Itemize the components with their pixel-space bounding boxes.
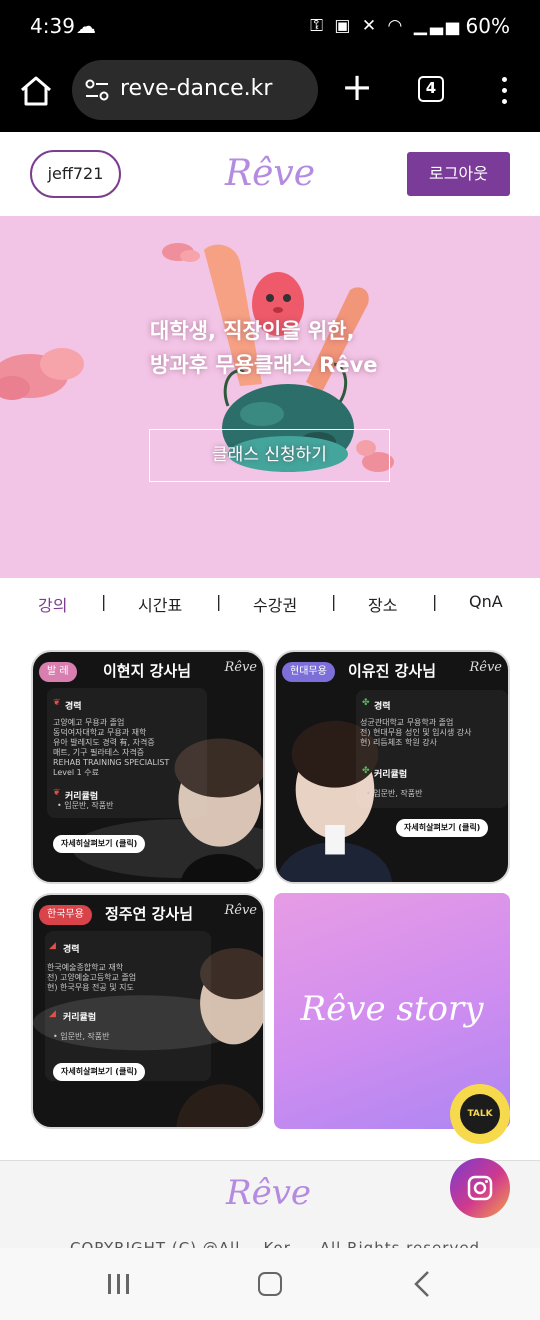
new-tab-icon[interactable]: +: [340, 68, 374, 106]
career-text: 성균관대학교 무용학과 졸업 전) 현대무용 성인 및 입시생 강사 현) 리듬…: [360, 718, 472, 747]
nav-divider: |: [432, 592, 438, 611]
footer-logo: Rêve: [226, 1173, 312, 1213]
teacher-card-ballet[interactable]: 발 레 이현지 강사님 Rêve ❦ 경력 고양예고 무용과 졸업 동덕여자대학…: [31, 650, 265, 884]
fan-icon: ◢: [49, 1009, 56, 1019]
recent-apps-icon[interactable]: [108, 1274, 130, 1294]
hero-title-line1: 대학생, 직장인을 위한,: [150, 319, 355, 343]
career-title: 경력: [374, 702, 391, 712]
story-logo: Rêve story: [300, 989, 484, 1029]
teacher-card-korean[interactable]: 한국무용 정주연 강사님 Rêve ◢ 경력 한국예술종합학교 재학 전) 고양…: [31, 893, 265, 1129]
hero-title: 대학생, 직장인을 위한, 방과후 무용클래스 Rêve: [150, 314, 450, 382]
system-nav-bar: [0, 1248, 540, 1320]
status-bar: 4:39 ☁ ⚿ ▣ ✕ ◠ ▁▃▅ 60%: [0, 0, 540, 56]
nav-item-location[interactable]: 장소: [368, 592, 397, 616]
address-bar[interactable]: reve-dance.kr: [72, 60, 318, 120]
nav-divider: |: [216, 592, 222, 611]
site-logo[interactable]: Rêve: [220, 146, 320, 202]
curriculum-text: • 입문반, 작품반: [53, 1032, 110, 1041]
status-time: 4:39: [30, 14, 75, 38]
clover-icon: ✤: [362, 698, 370, 708]
instagram-icon: [467, 1175, 493, 1201]
career-title: 경력: [65, 702, 82, 712]
talk-label: TALK: [460, 1094, 500, 1134]
career-text: 고양예고 무용과 졸업 동덕여자대학교 무용과 재학 유아 발레지도 경력 有,…: [53, 718, 170, 777]
rose-icon: ❦: [53, 698, 61, 708]
clover-icon: ✤: [362, 766, 370, 776]
tab-switcher-button[interactable]: 4: [418, 76, 444, 102]
fan-icon: ◢: [49, 941, 56, 951]
instagram-button[interactable]: [450, 1158, 510, 1218]
genre-badge: 한국무용: [39, 905, 92, 925]
detail-button[interactable]: 자세히살펴보기 (클릭): [396, 819, 489, 837]
logout-button[interactable]: 로그아웃: [407, 152, 510, 196]
curriculum-title: 커리큘럼: [374, 770, 408, 780]
rose-icon: ❦: [53, 788, 61, 798]
hero-illustration: [0, 243, 394, 472]
hero-title-line2: 방과후 무용클래스 Rêve: [150, 353, 378, 377]
teacher-card-modern[interactable]: 현대무용 이유진 강사님 Rêve ✤ 경력 성균관대학교 무용학과 졸업 전)…: [274, 650, 510, 884]
curriculum-text: • 입문반, 작품반: [57, 801, 114, 810]
card-logo: Rêve: [224, 660, 257, 675]
genre-badge: 발 레: [39, 662, 77, 682]
teacher-name: 정주연 강사님: [105, 905, 194, 923]
browser-toolbar: reve-dance.kr + 4: [0, 56, 540, 132]
teacher-name: 이유진 강사님: [348, 662, 437, 680]
curriculum-title: 커리큘럼: [63, 1013, 97, 1023]
nav-item-timetable[interactable]: 시간표: [138, 592, 182, 616]
home-icon[interactable]: [18, 73, 54, 109]
class-apply-button[interactable]: 클래스 신청하기: [149, 429, 390, 482]
card-logo: Rêve: [224, 903, 257, 918]
nav-item-pass[interactable]: 수강권: [253, 592, 297, 616]
url-text: reve-dance.kr: [120, 76, 273, 101]
hero-banner: 대학생, 직장인을 위한, 방과후 무용클래스 Rêve 클래스 신청하기: [0, 216, 540, 578]
curriculum-text: • 입문반, 작품반: [366, 789, 423, 798]
kakaotalk-button[interactable]: TALK: [450, 1084, 510, 1144]
category-nav: 강의 | 시간표 | 수강권 | 장소 | QnA: [0, 578, 540, 628]
career-title: 경력: [63, 945, 80, 955]
career-text: 한국예술종합학교 재학 전) 고양예술고등학교 졸업 현) 한국무용 전공 및 …: [47, 963, 137, 992]
nav-item-lecture[interactable]: 강의: [38, 592, 67, 616]
nav-divider: |: [101, 592, 107, 611]
cloud-notification-icon: ☁: [76, 14, 96, 38]
teacher-name: 이현지 강사님: [103, 662, 192, 680]
genre-badge: 현대무용: [282, 662, 335, 682]
more-menu-icon[interactable]: [494, 74, 514, 108]
status-icons: ⚿ ▣ ✕ ◠ ▁▃▅: [310, 16, 462, 36]
home-nav-icon[interactable]: [258, 1272, 282, 1296]
card-logo: Rêve: [469, 660, 502, 675]
user-id-chip[interactable]: jeff721: [30, 150, 121, 198]
detail-button[interactable]: 자세히살펴보기 (클릭): [53, 1063, 146, 1081]
nav-divider: |: [331, 592, 337, 611]
site-header: jeff721 Rêve 로그아웃: [0, 132, 540, 216]
back-icon[interactable]: [412, 1270, 432, 1298]
site-settings-icon[interactable]: [84, 78, 110, 102]
battery-level: 60%: [465, 14, 510, 38]
nav-item-qna[interactable]: QnA: [469, 592, 503, 611]
detail-button[interactable]: 자세히살펴보기 (클릭): [53, 835, 146, 853]
